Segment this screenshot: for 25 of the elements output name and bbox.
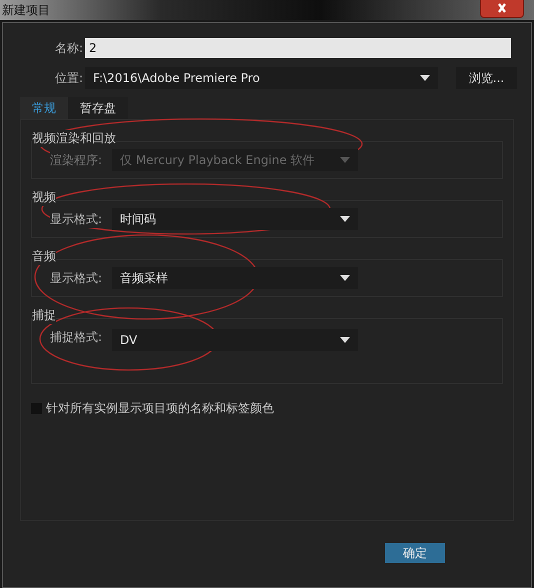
close-button[interactable] bbox=[480, 0, 524, 18]
browse-button[interactable]: 浏览... bbox=[456, 67, 517, 89]
location-dropdown[interactable]: F:\2016\Adobe Premiere Pro bbox=[85, 67, 438, 89]
close-icon bbox=[495, 3, 509, 13]
tab[interactable]: 常规 bbox=[20, 97, 68, 119]
format-dropdown[interactable]: 时间码 bbox=[112, 208, 358, 230]
caret-icon bbox=[340, 216, 350, 222]
group-title: 视频渲染和回放 bbox=[32, 130, 116, 147]
tab[interactable]: 暂存盘 bbox=[68, 97, 128, 119]
group-title: 视频 bbox=[32, 189, 56, 206]
checkbox-label: 针对所有实例显示项目项的名称和标签颜色 bbox=[46, 400, 274, 417]
caret-icon bbox=[340, 275, 350, 281]
name-field[interactable]: 2 bbox=[85, 38, 511, 58]
caret-icon bbox=[340, 157, 350, 163]
window-title: 新建项目 bbox=[2, 2, 50, 18]
ok-button[interactable]: 确定 bbox=[385, 543, 445, 563]
field-label: 名称: bbox=[54, 40, 83, 56]
format-dropdown[interactable]: 音频采样 bbox=[112, 267, 358, 289]
group-title: 捕捉 bbox=[32, 307, 56, 324]
group-title: 音频 bbox=[32, 248, 56, 265]
caret-icon bbox=[340, 337, 350, 343]
field-label: 渲染程序: bbox=[50, 152, 112, 168]
field-label: 位置: bbox=[54, 70, 83, 86]
caret-icon bbox=[420, 75, 430, 81]
format-dropdown[interactable]: DV bbox=[112, 329, 358, 351]
